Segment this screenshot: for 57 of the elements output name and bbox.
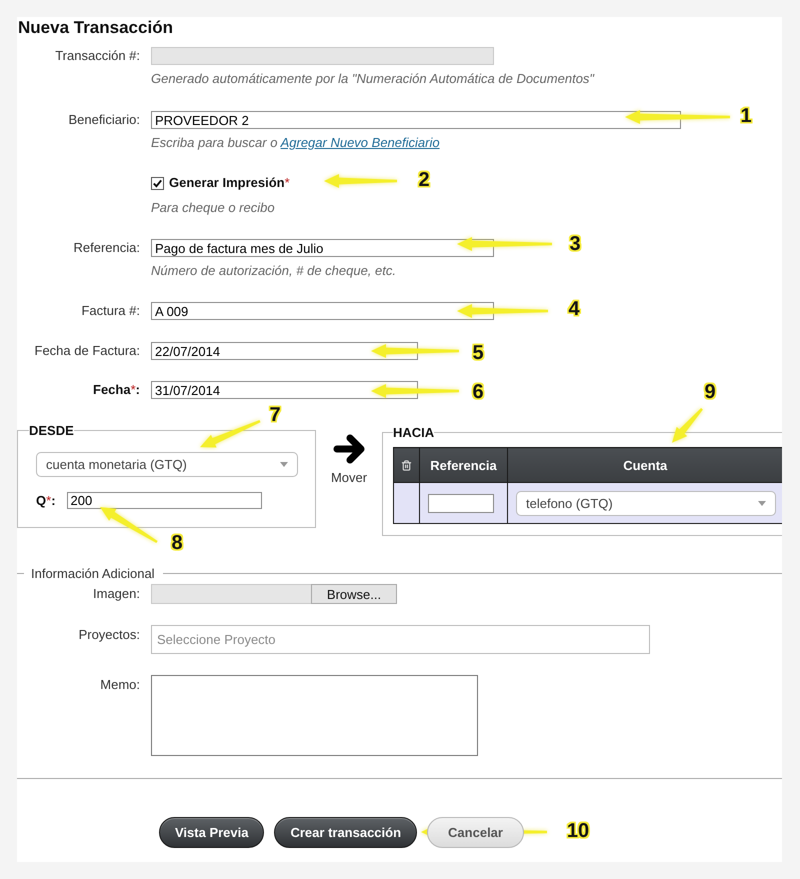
add-beneficiary-link[interactable]: Agregar Nuevo Beneficiario (280, 135, 440, 150)
checkbox-label: Generar Impresión* (169, 175, 290, 191)
callout-number: 10 (566, 821, 590, 841)
memo-field[interactable] (151, 675, 478, 756)
field-label: Proyectos: (78, 626, 140, 643)
field-hint: Escriba para buscar o Agregar Nuevo Beneficiario (151, 135, 441, 151)
section-title: Información Adicional (31, 566, 155, 581)
text-field[interactable]: A 009 (151, 302, 494, 320)
field-hint: Generado automáticamente por la "Numeración Automática de Documentos" (151, 71, 596, 87)
callout-number: 1 (740, 106, 752, 126)
field-label: Fecha de Factura: (34, 343, 140, 359)
callout-number: 2 (418, 170, 430, 190)
callout-arrow (100, 507, 158, 544)
project-select[interactable]: Seleccione Proyecto (151, 625, 650, 654)
trash-icon (401, 460, 412, 470)
right-arrow-icon (332, 433, 366, 465)
reference-input[interactable] (428, 494, 494, 512)
callout-number: 3 (569, 234, 581, 254)
page-title: Nueva Transacción (17, 17, 174, 39)
text-field[interactable]: PROVEEDOR 2 (151, 111, 681, 129)
text-field[interactable]: 22/07/2014 (151, 342, 418, 360)
field-hint: Para cheque o recibo (151, 200, 276, 216)
caret-icon (280, 462, 288, 467)
callout-number: 6 (472, 382, 484, 402)
text-field[interactable]: 31/07/2014 (151, 381, 418, 399)
field-hint: Número de autorización, # de cheque, etc. (151, 263, 397, 279)
form-button[interactable]: Crear transacción (274, 817, 418, 848)
callout-arrow (672, 408, 703, 443)
field-label: Imagen: (92, 586, 140, 602)
column-header: Referencia (420, 448, 508, 482)
callout-number: 7 (269, 405, 281, 425)
panel-legend: DESDE (29, 423, 74, 438)
callout-number: 5 (472, 343, 484, 363)
browse-button[interactable]: Browse... (311, 584, 397, 604)
field-label: Fecha*: (92, 382, 140, 398)
field-label: Transacción #: (54, 48, 140, 64)
callout-number: 9 (704, 382, 716, 402)
callout-arrow (200, 420, 260, 448)
field-label: Q*: (36, 492, 56, 508)
account-select[interactable]: cuenta monetaria (GTQ) (36, 452, 298, 477)
form-button[interactable]: Vista Previa (159, 817, 264, 848)
callout-number: 4 (568, 299, 580, 319)
file-field[interactable] (151, 584, 311, 604)
caret-icon (758, 500, 766, 506)
field-label: Memo: (99, 676, 140, 693)
field-label: Beneficiario: (67, 112, 140, 128)
move-label: Mover (330, 470, 368, 485)
field-label: Factura #: (80, 303, 140, 319)
callout-number: 8 (171, 533, 183, 553)
column-header: Cuenta (508, 448, 782, 482)
form-button[interactable]: Cancelar (427, 817, 524, 848)
text-field[interactable]: Pago de factura mes de Julio (151, 239, 494, 257)
panel-legend: HACIA (393, 425, 434, 440)
checkbox[interactable] (151, 176, 164, 190)
amount-field[interactable]: 200 (66, 492, 262, 509)
account-select[interactable]: telefono (GTQ) (516, 490, 776, 516)
field-label: Referencia: (72, 240, 140, 256)
